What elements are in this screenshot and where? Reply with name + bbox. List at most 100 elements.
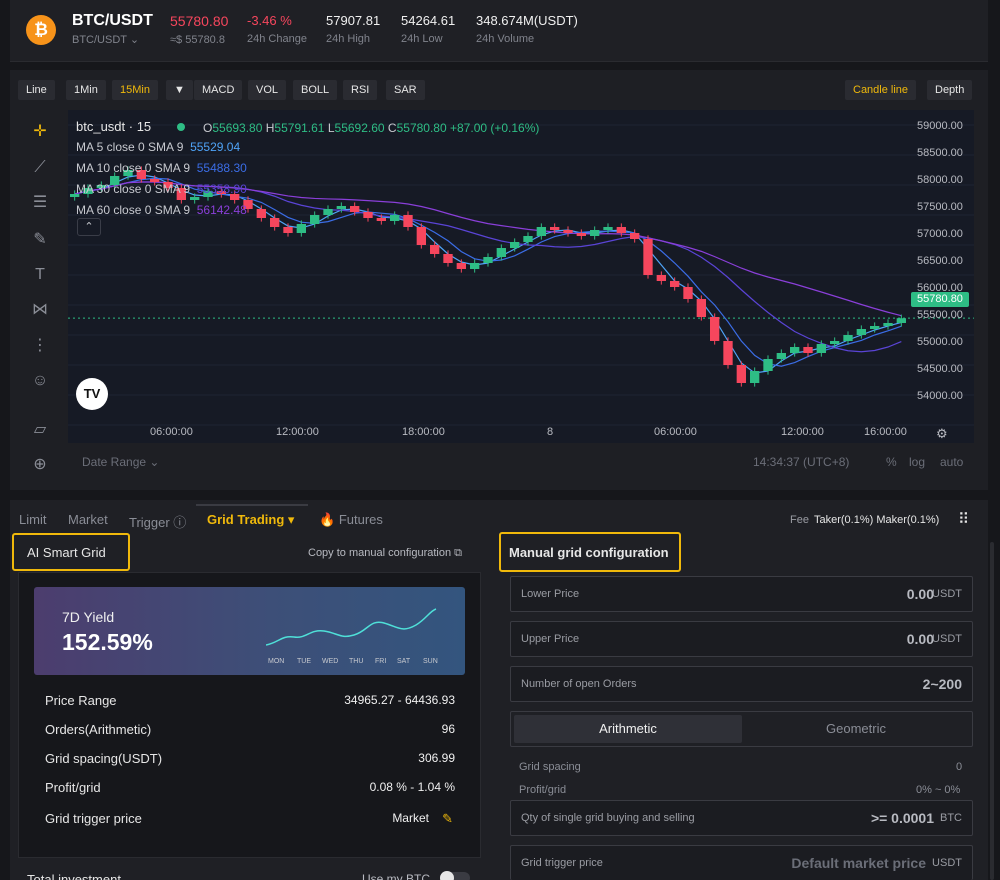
tb-15min[interactable]: 15Min — [112, 80, 158, 100]
row-value: 0.08 % - 1.04 % — [369, 780, 455, 794]
trigger-price-row: Grid trigger price Market ✎ — [45, 811, 455, 826]
candle — [430, 245, 440, 254]
upper-price-input[interactable]: Upper Price 0.00 USDT — [510, 621, 973, 657]
edit-icon[interactable]: ✎ — [442, 811, 453, 827]
ai-grid-card: 7D Yield 152.59% MON TUE WED THU FRI SAT… — [18, 572, 481, 858]
tab-limit[interactable]: Limit — [19, 512, 46, 527]
chart-settings-icon[interactable]: ⚙ — [936, 426, 948, 442]
ma30-label: MA 30 close 0 SMA 9 — [76, 182, 191, 196]
tb-1min[interactable]: 1Min — [66, 80, 106, 100]
grid-trigger-price-input[interactable]: Grid trigger price Default market price … — [510, 845, 973, 880]
scrollbar[interactable] — [990, 542, 994, 880]
row-label: Profit/grid — [45, 780, 101, 795]
o-value: 55693.80 — [212, 121, 263, 135]
low-value: 54264.61 — [401, 13, 456, 28]
measure-icon[interactable]: ⋮ — [28, 334, 52, 358]
copy-manual-label: Copy to manual configuration — [308, 547, 452, 559]
weekday-label: MON — [268, 658, 285, 665]
candle — [856, 329, 866, 335]
tb-macd[interactable]: MACD — [194, 80, 243, 100]
field-unit: USDT — [932, 588, 962, 600]
auto-toggle[interactable]: auto — [940, 455, 963, 469]
change-value: -3.46 % — [247, 13, 292, 28]
ruler-icon[interactable]: ▱ — [28, 418, 52, 442]
candle — [496, 248, 506, 257]
brush-icon[interactable]: ✎ — [28, 228, 52, 252]
candle — [710, 317, 720, 341]
tb-rsi[interactable]: RSI — [343, 80, 378, 100]
trend-line-icon[interactable]: ⟋ — [28, 156, 52, 180]
pattern-icon[interactable]: ⋈ — [28, 298, 52, 322]
grid-mode-switch: Arithmetic Geometric — [510, 711, 973, 747]
tab-futures-label: Futures — [338, 512, 383, 527]
tab-grid-trading[interactable]: Grid Trading ▾ — [207, 512, 294, 528]
tab-futures[interactable]: 🔥 Futures — [319, 512, 383, 528]
grid-menu-icon[interactable]: ⠿ — [958, 510, 969, 528]
date-range-button[interactable]: Date Range ⌄ — [82, 455, 159, 469]
weekday-label: FRI — [375, 658, 387, 665]
tb-boll[interactable]: BOLL — [293, 80, 338, 100]
horizontal-lines-icon[interactable]: ☰ — [28, 191, 52, 215]
trade-panel: Limit Market Trigger ⓘ Grid Trading ▾ 🔥 … — [10, 500, 994, 880]
crosshair-icon[interactable]: ✛ — [28, 120, 52, 144]
yield-sparkline — [266, 608, 437, 646]
emoji-icon[interactable]: ☺ — [28, 369, 52, 393]
tab-market[interactable]: Market — [68, 512, 108, 527]
qty-per-grid-input[interactable]: Qty of single grid buying and selling >=… — [510, 800, 973, 836]
mode-geometric-button[interactable]: Geometric — [742, 715, 970, 743]
ai-grid-title[interactable]: AI Smart Grid — [27, 545, 106, 560]
pair-sub-label: BTC/USDT — [72, 34, 127, 46]
open-orders-input[interactable]: Number of open Orders 2~200 — [510, 666, 973, 702]
x-tick: 16:00:00 — [864, 426, 907, 438]
depth-button[interactable]: Depth — [927, 80, 973, 100]
high-value: 57907.81 — [326, 13, 381, 28]
last-price-marker: 55780.80 — [911, 292, 969, 307]
candle — [323, 209, 333, 215]
copy-manual-link[interactable]: Copy to manual configuration ⧉ — [308, 547, 462, 560]
field-value: 0.00 — [906, 586, 934, 602]
use-my-btc-toggle[interactable] — [440, 871, 470, 880]
chart-panel: Line 1Min 15Min ▼ MACD VOL BOLL RSI SAR … — [10, 70, 988, 490]
tab-trigger[interactable]: Trigger ⓘ — [129, 512, 186, 531]
price-chart[interactable] — [68, 110, 974, 443]
text-icon[interactable]: T — [28, 263, 52, 287]
field-unit: BTC — [940, 812, 962, 824]
change-readout: +87.00 (+0.16%) — [450, 121, 540, 135]
change-stat: -3.46 % 24h Change — [247, 13, 307, 45]
btc-coin-icon: ₿ — [26, 15, 56, 45]
lower-price-input[interactable]: Lower Price 0.00 USDT — [510, 576, 973, 612]
candle — [896, 318, 906, 323]
candle — [870, 326, 880, 329]
profit-grid-value: 0% ~ 0% — [916, 784, 961, 796]
candle — [590, 230, 600, 236]
percent-toggle[interactable]: % — [886, 455, 897, 469]
y-tick: 54500.00 — [917, 363, 963, 375]
y-tick: 56500.00 — [917, 255, 963, 267]
pair-selector[interactable]: BTC/USDT ⌄ — [72, 33, 139, 46]
yield-value: 152.59% — [62, 629, 153, 655]
legend-collapse-button[interactable]: ⌃ — [77, 218, 101, 236]
h-value: 55791.61 — [274, 121, 325, 135]
tradingview-logo: TV — [76, 378, 108, 410]
zoom-in-icon[interactable]: ⊕ — [28, 453, 52, 477]
log-toggle[interactable]: log — [909, 455, 925, 469]
tb-vol[interactable]: VOL — [248, 80, 287, 100]
candle — [350, 206, 360, 212]
drawing-tools: ✛ ⟋ ☰ ✎ T ⋈ ⋮ ☺ ▱ ⊕ — [20, 112, 60, 482]
y-tick: 54000.00 — [917, 390, 963, 402]
ma10-value: 55488.30 — [196, 161, 247, 175]
mode-arithmetic-button[interactable]: Arithmetic — [514, 715, 742, 743]
y-tick: 57000.00 — [917, 228, 963, 240]
tb-more[interactable]: ▼ — [166, 80, 193, 100]
tb-sar[interactable]: SAR — [386, 80, 425, 100]
candle-line-button[interactable]: Candle line — [845, 80, 917, 100]
manual-config-title[interactable]: Manual grid configuration — [509, 545, 669, 560]
candle — [256, 209, 266, 218]
fee-label: Fee — [790, 514, 809, 526]
active-tab-indicator — [196, 504, 308, 506]
pair-name[interactable]: BTC/USDT — [72, 12, 153, 30]
c-label: C — [387, 121, 397, 135]
candlestick-chart — [68, 124, 974, 426]
tb-line[interactable]: Line — [18, 80, 55, 100]
candle — [576, 233, 586, 236]
